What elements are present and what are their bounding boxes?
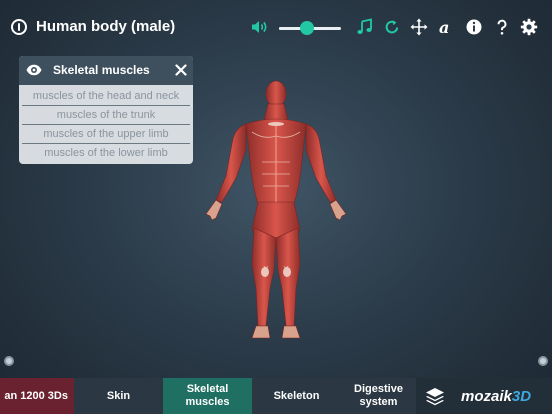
- panel-title: Skeletal muscles: [53, 63, 150, 77]
- logo-main: mozaik: [461, 388, 512, 405]
- panel-item-lower-limb[interactable]: muscles of the lower limb: [22, 144, 190, 162]
- mozaik3d-logo: mozaik3D: [461, 388, 531, 405]
- info-icon[interactable]: [465, 18, 483, 36]
- volume-slider[interactable]: [279, 21, 341, 35]
- panel-item-upper-limb[interactable]: muscles of the upper limb: [22, 125, 190, 144]
- gear-icon[interactable]: [520, 18, 538, 36]
- eye-icon[interactable]: [26, 63, 42, 77]
- tab-more-3ds[interactable]: an 1200 3Ds: [0, 378, 74, 414]
- panel-header: Skeletal muscles: [19, 56, 193, 85]
- logo-suffix: 3D: [511, 388, 532, 405]
- tab-skin[interactable]: Skin: [74, 378, 163, 414]
- panel-list: muscles of the head and neck muscles of …: [22, 87, 190, 162]
- reset-rotate-icon[interactable]: [383, 18, 401, 36]
- tab-skeletal-muscles[interactable]: Skeletal muscles: [163, 378, 252, 414]
- move-arrows-icon[interactable]: [410, 18, 428, 36]
- logo-area: mozaik3D: [416, 378, 552, 414]
- layers-icon[interactable]: [425, 386, 445, 406]
- info-circle-icon[interactable]: [11, 19, 27, 35]
- volume-slider-knob[interactable]: [299, 21, 314, 35]
- panel-item-trunk[interactable]: muscles of the trunk: [22, 106, 190, 125]
- font-a-icon[interactable]: a: [437, 18, 455, 36]
- tab-skeleton[interactable]: Skeleton: [252, 378, 341, 414]
- help-icon[interactable]: [493, 18, 511, 36]
- tab-digestive-system[interactable]: Digestive system: [341, 378, 416, 414]
- right-edge-handle[interactable]: [538, 356, 548, 366]
- close-icon[interactable]: [175, 64, 187, 76]
- top-bar: Human body (male) a: [0, 0, 552, 52]
- svg-text:a: a: [439, 18, 449, 36]
- speaker-icon[interactable]: [250, 18, 268, 36]
- panel-item-head-neck[interactable]: muscles of the head and neck: [22, 87, 190, 106]
- music-note-icon[interactable]: [356, 18, 374, 36]
- page-title: Human body (male): [36, 18, 176, 35]
- left-edge-handle[interactable]: [4, 356, 14, 366]
- bottom-bar: an 1200 3Ds Skin Skeletal muscles Skelet…: [0, 378, 552, 414]
- muscles-panel: Skeletal muscles muscles of the head and…: [19, 56, 193, 164]
- muscular-body-model[interactable]: [196, 80, 356, 344]
